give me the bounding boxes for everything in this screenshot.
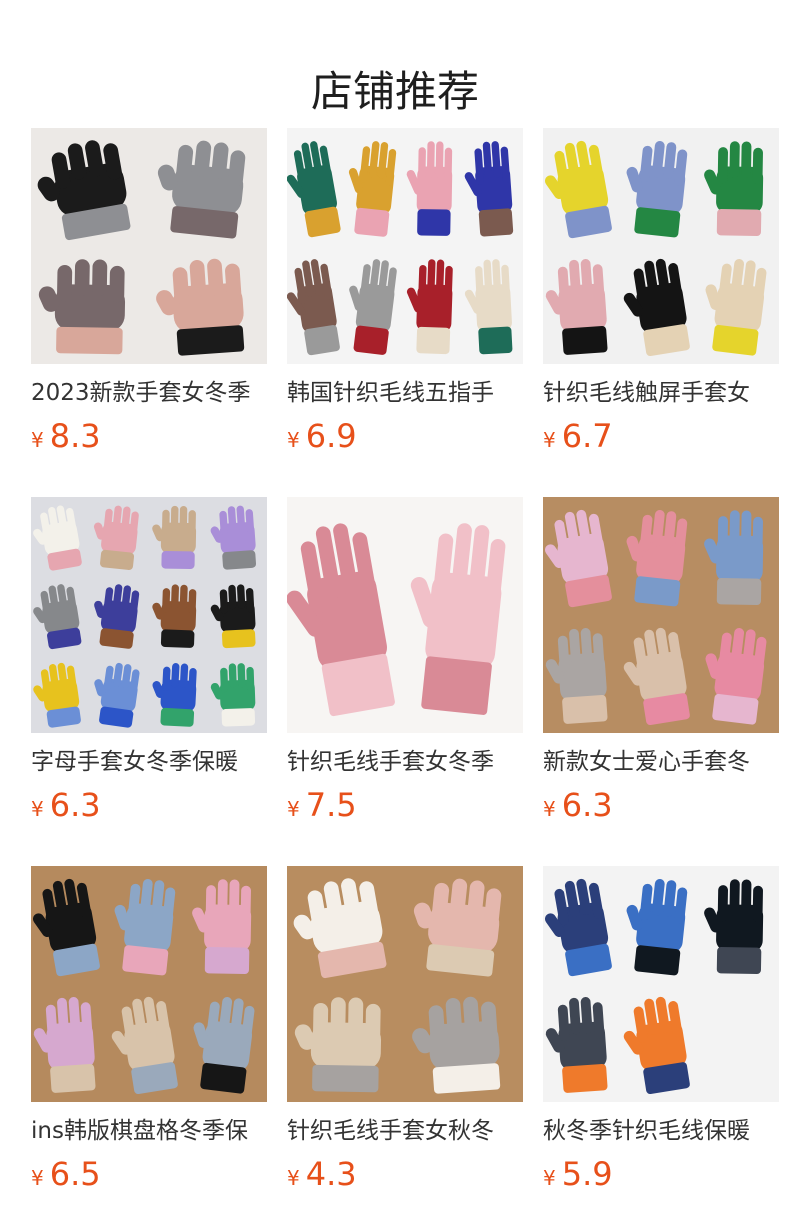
product-title[interactable]: 针织毛线触屏手套女 — [543, 378, 779, 408]
gloves-photo-illustration — [543, 128, 779, 364]
currency-symbol: ¥ — [31, 1166, 44, 1190]
product-price: ¥6.3 — [543, 785, 779, 825]
product-title[interactable]: 针织毛线手套女秋冬 — [287, 1116, 523, 1146]
price-amount: 6.3 — [49, 786, 101, 824]
gloves-photo-illustration — [287, 128, 523, 364]
product-grid: 2023新款手套女冬季 ¥8.3 韩国针织毛线五指手 ¥6.9 针织毛线触屏手套女 ¥6.… — [31, 128, 779, 1193]
product-image[interactable] — [543, 497, 779, 733]
product-card[interactable]: 针织毛线触屏手套女 ¥6.7 — [543, 128, 779, 455]
page-title: 店铺推荐 — [310, 67, 479, 117]
product-price: ¥6.3 — [31, 785, 267, 825]
currency-symbol: ¥ — [543, 797, 556, 821]
currency-symbol: ¥ — [287, 428, 300, 452]
product-card[interactable]: 针织毛线手套女秋冬 ¥4.3 — [287, 866, 523, 1193]
gloves-photo-illustration — [31, 128, 267, 364]
product-title[interactable]: 新款女士爱心手套冬 — [543, 747, 779, 777]
product-image[interactable] — [31, 128, 267, 364]
product-title[interactable]: ins韩版棋盘格冬季保 — [31, 1116, 267, 1146]
product-image[interactable] — [31, 497, 267, 733]
product-price: ¥8.3 — [31, 416, 267, 456]
currency-symbol: ¥ — [543, 428, 556, 452]
gloves-photo-illustration — [287, 497, 523, 733]
product-price: ¥6.5 — [31, 1154, 267, 1194]
product-card[interactable]: 韩国针织毛线五指手 ¥6.9 — [287, 128, 523, 455]
product-price: ¥7.5 — [287, 785, 523, 825]
product-card[interactable]: 针织毛线手套女冬季 ¥7.5 — [287, 497, 523, 824]
currency-symbol: ¥ — [31, 797, 44, 821]
product-price: ¥5.9 — [543, 1154, 779, 1194]
gloves-photo-illustration — [31, 497, 267, 733]
currency-symbol: ¥ — [543, 1166, 556, 1190]
price-amount: 4.3 — [305, 1155, 357, 1193]
product-price: ¥6.7 — [543, 416, 779, 456]
price-amount: 7.5 — [305, 786, 357, 824]
product-card[interactable]: 2023新款手套女冬季 ¥8.3 — [31, 128, 267, 455]
product-price: ¥4.3 — [287, 1154, 523, 1194]
product-image[interactable] — [31, 866, 267, 1102]
currency-symbol: ¥ — [287, 1166, 300, 1190]
product-title[interactable]: 针织毛线手套女冬季 — [287, 747, 523, 777]
gloves-photo-illustration — [287, 866, 523, 1102]
product-image[interactable] — [543, 866, 779, 1102]
product-title[interactable]: 2023新款手套女冬季 — [31, 378, 267, 408]
product-image[interactable] — [287, 866, 523, 1102]
gloves-photo-illustration — [543, 866, 779, 1102]
price-amount: 5.9 — [561, 1155, 613, 1193]
product-card[interactable]: 新款女士爱心手套冬 ¥6.3 — [543, 497, 779, 824]
product-image[interactable] — [287, 497, 523, 733]
price-amount: 6.9 — [305, 417, 357, 455]
price-amount: 6.7 — [561, 417, 613, 455]
product-card[interactable]: 秋冬季针织毛线保暖 ¥5.9 — [543, 866, 779, 1193]
price-amount: 8.3 — [49, 417, 101, 455]
currency-symbol: ¥ — [287, 797, 300, 821]
product-card[interactable]: ins韩版棋盘格冬季保 ¥6.5 — [31, 866, 267, 1193]
product-image[interactable] — [287, 128, 523, 364]
gloves-photo-illustration — [31, 866, 267, 1102]
price-amount: 6.3 — [561, 786, 613, 824]
price-amount: 6.5 — [49, 1155, 101, 1193]
gloves-photo-illustration — [543, 497, 779, 733]
product-price: ¥6.9 — [287, 416, 523, 456]
product-image[interactable] — [543, 128, 779, 364]
currency-symbol: ¥ — [31, 428, 44, 452]
product-title[interactable]: 字母手套女冬季保暖 — [31, 747, 267, 777]
product-title[interactable]: 韩国针织毛线五指手 — [287, 378, 523, 408]
product-card[interactable]: 字母手套女冬季保暖 ¥6.3 — [31, 497, 267, 824]
product-title[interactable]: 秋冬季针织毛线保暖 — [543, 1116, 779, 1146]
